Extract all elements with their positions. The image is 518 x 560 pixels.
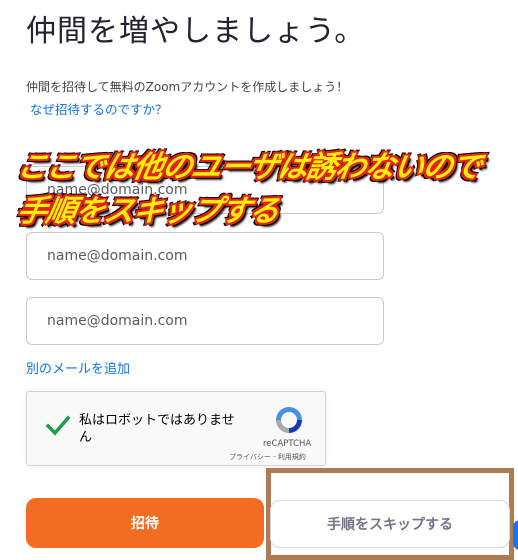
- annotation-text-line-1: ここでは他のユーザは誘わないので: [14, 150, 484, 185]
- annotation-text-line-2: 手順をスキップする: [14, 194, 282, 229]
- recaptcha-widget: 私はロボットではありません reCAPTCHA プライバシー - 利用規約: [26, 391, 326, 466]
- page-description: 仲間を招待して無料のZoomアカウントを作成しましょう！: [26, 80, 349, 94]
- side-help-tab[interactable]: [513, 520, 518, 550]
- recaptcha-label: 私はロボットではありません: [79, 413, 235, 445]
- why-invite-link[interactable]: なぜ招待するのですか？: [30, 99, 168, 118]
- add-email-link[interactable]: 別のメールを追加: [26, 358, 130, 377]
- recaptcha-logo-icon: [273, 404, 305, 436]
- recaptcha-brand: reCAPTCHA: [263, 439, 312, 449]
- email-input-3[interactable]: [26, 297, 384, 345]
- recaptcha-checkbox[interactable]: [45, 414, 71, 438]
- checkmark-icon: [45, 415, 71, 436]
- skip-step-button[interactable]: 手順をスキップする: [270, 500, 510, 548]
- email-input-2[interactable]: [26, 232, 384, 280]
- invite-button[interactable]: 招待: [26, 498, 264, 548]
- recaptcha-terms[interactable]: プライバシー - 利用規約: [229, 452, 306, 462]
- page-title: 仲間を増やしましょう。: [26, 14, 366, 49]
